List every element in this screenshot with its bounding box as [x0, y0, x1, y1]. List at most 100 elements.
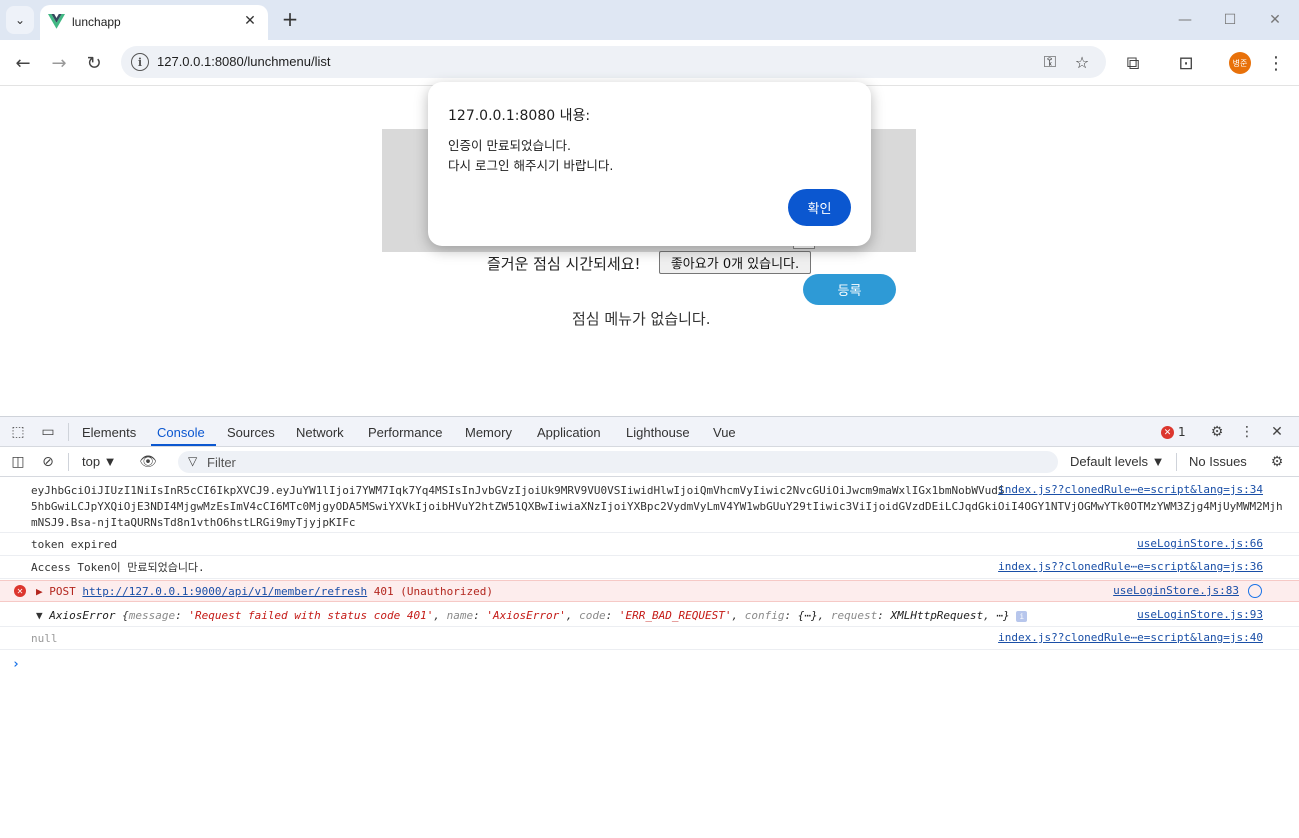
browser-menu-icon[interactable]: ⋮: [1262, 49, 1290, 77]
prop-key: message: [128, 609, 176, 622]
console-prompt-icon[interactable]: ›: [12, 657, 20, 672]
console-filter-input[interactable]: ▽ Filter: [178, 451, 1058, 473]
live-expression-eye-icon[interactable]: 👁: [138, 452, 158, 472]
error-count[interactable]: 1: [1178, 425, 1186, 439]
source-link[interactable]: index.js??clonedRule⋯e=script&lang=js:34: [998, 483, 1263, 496]
prop-key: request: [830, 609, 878, 622]
error-count-icon[interactable]: ✕: [1161, 426, 1174, 439]
prop-value: {⋯}: [797, 609, 818, 622]
log-text: Access Token이 만료되었습니다.: [31, 561, 205, 574]
devtools-settings-gear-icon[interactable]: ⚙: [1207, 422, 1227, 442]
tab-elements[interactable]: Elements: [82, 425, 136, 440]
vue-logo-icon: [48, 14, 65, 29]
prop-value: 'AxiosError': [486, 609, 566, 622]
greeting-text: 즐거운 점심 시간되세요!: [487, 255, 641, 273]
forward-arrow-icon[interactable]: →: [45, 49, 73, 77]
register-button[interactable]: 등록: [803, 274, 896, 305]
prop-key: name: [446, 609, 474, 622]
back-arrow-icon[interactable]: ←: [9, 49, 37, 77]
jwt-line-1: eyJhbGciOiJIUzI1NiIsInR5cCI6IkpXVCJ9.eyJ…: [31, 484, 1005, 497]
collapse-triangle-icon[interactable]: ▼: [36, 609, 49, 622]
source-link[interactable]: index.js??clonedRule⋯e=script&lang=js:36: [998, 560, 1263, 573]
devtools-tab-bar: ⬚ ▭ Elements Console Sources Network Per…: [0, 417, 1299, 447]
profile-avatar[interactable]: 병준: [1229, 52, 1251, 74]
source-link[interactable]: index.js??clonedRule⋯e=script&lang=js:40: [998, 631, 1263, 644]
request-url-link[interactable]: http://127.0.0.1:9000/api/v1/member/refr…: [82, 585, 367, 598]
context-select[interactable]: top ▼: [82, 454, 117, 469]
alert-dialog: 127.0.0.1:8080 내용: 인증이 만료되었습니다. 다시 로그인 해…: [428, 82, 871, 246]
alert-ok-button[interactable]: 확인: [788, 189, 851, 226]
new-tab-icon[interactable]: +: [278, 7, 302, 31]
levels-divider: [1176, 453, 1177, 471]
active-tab-indicator: [151, 444, 216, 446]
browser-tab-strip: ⌄ lunchapp ✕ + — ☐ ✕: [0, 0, 1299, 40]
tab-memory[interactable]: Memory: [465, 425, 512, 440]
sidebar-toggle-icon[interactable]: ◫: [8, 452, 28, 472]
alert-title: 127.0.0.1:8080 내용:: [448, 108, 591, 124]
filter-funnel-icon: ▽: [188, 454, 198, 468]
password-key-icon[interactable]: ⚿: [1039, 51, 1061, 73]
console-message: Access Token이 만료되었습니다. index.js??clonedR…: [0, 556, 1299, 579]
filter-divider: [68, 453, 69, 471]
reload-icon[interactable]: ↻: [80, 49, 108, 77]
tab-search-chevron-icon[interactable]: ⌄: [6, 6, 34, 34]
jwt-line-2: 5hbGwiLCJpYXQiOjE3NDI4MjgwMzEsImV4cCI6MT…: [31, 500, 1283, 513]
maximize-icon[interactable]: ☐: [1215, 8, 1245, 32]
device-toolbar-icon[interactable]: ▭: [38, 422, 58, 442]
filter-placeholder: Filter: [207, 455, 236, 470]
tab-network[interactable]: Network: [296, 425, 344, 440]
tab-vue[interactable]: Vue: [713, 425, 736, 440]
minimize-icon[interactable]: —: [1170, 8, 1200, 32]
source-link[interactable]: useLoginStore.js:66: [1137, 537, 1263, 550]
devtools-more-icon[interactable]: ⋮: [1237, 422, 1257, 442]
console-settings-gear-icon[interactable]: ⚙: [1267, 452, 1287, 472]
console-message: ▼ AxiosError {message: 'Request failed w…: [0, 603, 1299, 627]
error-class: AxiosError: [49, 609, 116, 622]
error-text[interactable]: ▶ POST http://127.0.0.1:9000/api/v1/memb…: [36, 584, 493, 600]
window-close-icon[interactable]: ✕: [1260, 8, 1290, 32]
network-request-icon[interactable]: [1248, 584, 1262, 598]
tab-console[interactable]: Console: [157, 425, 205, 440]
alert-message-line-2: 다시 로그인 해주시기 바랍니다.: [448, 158, 614, 173]
browser-toolbar: ← → ↻ i 127.0.0.1:8080/lunchmenu/list ⚿ …: [0, 40, 1299, 86]
address-bar-url[interactable]: 127.0.0.1:8080/lunchmenu/list: [157, 54, 330, 69]
prop-key: config: [744, 609, 785, 622]
log-levels-dropdown[interactable]: Default levels ▼: [1070, 454, 1165, 469]
log-text: token expired: [31, 538, 118, 551]
prop-more: ⋯}: [996, 609, 1010, 622]
console-filter-bar: ◫ ⊘ top ▼ 👁 ▽ Filter Default levels ▼ No…: [0, 447, 1299, 477]
tab-application[interactable]: Application: [537, 425, 601, 440]
address-bar[interactable]: i 127.0.0.1:8080/lunchmenu/list ⚿ ☆: [121, 46, 1106, 78]
devtools-panel: ⬚ ▭ Elements Console Sources Network Per…: [0, 416, 1299, 838]
prop-value: 'ERR_BAD_REQUEST': [618, 609, 732, 622]
jwt-line-3: mNSJ9.Bsa-njItaQURNsTd8n1vthO6hstLRGi9my…: [31, 516, 356, 529]
screenshot-lens-icon[interactable]: ⊡: [1172, 49, 1200, 77]
bookmark-star-icon[interactable]: ☆: [1071, 51, 1093, 73]
clear-console-icon[interactable]: ⊘: [38, 452, 58, 472]
http-status: 401 (Unauthorized): [373, 585, 493, 598]
console-error-message: ✕ ▶ POST http://127.0.0.1:9000/api/v1/me…: [0, 580, 1299, 602]
browser-tab-lunchapp[interactable]: lunchapp ✕: [40, 5, 268, 40]
site-info-icon[interactable]: i: [131, 53, 149, 71]
tab-performance[interactable]: Performance: [368, 425, 442, 440]
http-method: POST: [49, 585, 76, 598]
issues-counter[interactable]: No Issues: [1189, 454, 1247, 469]
empty-menu-message: 점심 메뉴가 없습니다.: [572, 310, 711, 328]
null-value: null: [31, 632, 58, 645]
axios-error-object[interactable]: ▼ AxiosError {message: 'Request failed w…: [36, 608, 1028, 624]
devtools-close-icon[interactable]: ✕: [1267, 422, 1287, 442]
prop-value: XMLHttpRequest: [890, 609, 984, 622]
expand-triangle-icon[interactable]: ▶: [36, 585, 49, 598]
extensions-puzzle-icon[interactable]: ⧉: [1119, 49, 1147, 77]
console-output: eyJhbGciOiJIUzI1NiIsInR5cCI6IkpXVCJ9.eyJ…: [0, 479, 1299, 838]
tab-close-icon[interactable]: ✕: [240, 11, 260, 31]
console-message: eyJhbGciOiJIUzI1NiIsInR5cCI6IkpXVCJ9.eyJ…: [0, 479, 1299, 533]
object-info-icon[interactable]: i: [1016, 610, 1028, 622]
source-link[interactable]: useLoginStore.js:93: [1137, 608, 1263, 621]
like-count-button[interactable]: 좋아요가 0개 있습니다.: [659, 251, 811, 274]
tab-title: lunchapp: [72, 15, 121, 29]
tab-lighthouse[interactable]: Lighthouse: [626, 425, 690, 440]
source-link[interactable]: useLoginStore.js:83: [1113, 584, 1239, 597]
inspect-element-icon[interactable]: ⬚: [8, 422, 28, 442]
tab-sources[interactable]: Sources: [227, 425, 275, 440]
